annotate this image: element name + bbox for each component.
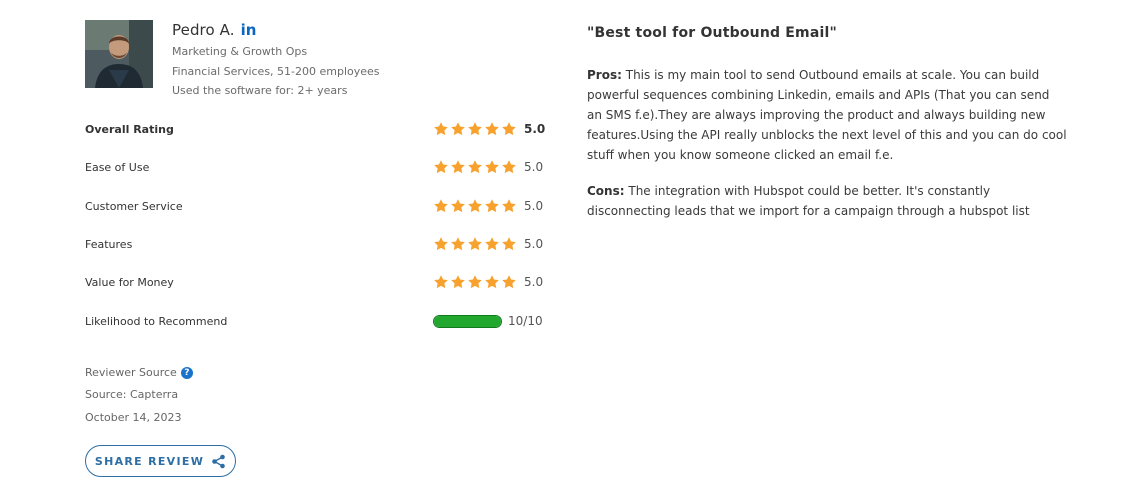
rating-score: 5.0 [524, 275, 544, 289]
rating-row-ease-of-use: Ease of Use 5.0 [85, 157, 545, 177]
rating-label: Ease of Use [85, 160, 150, 174]
star-icon [467, 274, 483, 290]
reviewer-usage: Used the software for: 2+ years [172, 84, 348, 97]
rating-row-recommend: Likelihood to Recommend 10/10 [85, 311, 545, 331]
star-icon [450, 121, 466, 137]
recommend-score: 10/10 [508, 314, 543, 328]
star-icon [450, 274, 466, 290]
star-icon [467, 198, 483, 214]
star-icon [501, 274, 517, 290]
star-icon [484, 274, 500, 290]
reviewer-name-row: Pedro A. in [172, 21, 256, 39]
star-icon [467, 159, 483, 175]
rating-label: Value for Money [85, 275, 174, 289]
review-cons: Cons: The integration with Hubspot could… [587, 181, 1067, 221]
star-icon [467, 121, 483, 137]
star-icon [433, 236, 449, 252]
star-icon [450, 159, 466, 175]
star-icon [501, 236, 517, 252]
share-icon [211, 454, 226, 469]
share-review-button[interactable]: SHARE REVIEW [85, 445, 236, 477]
rating-score: 5.0 [524, 199, 544, 213]
recommend-bar [433, 315, 502, 328]
rating-score: 5.0 [524, 122, 546, 136]
star-icon [433, 198, 449, 214]
star-icon [484, 198, 500, 214]
reviewer-role: Marketing & Growth Ops [172, 45, 308, 58]
review-title: "Best tool for Outbound Email" [587, 25, 837, 41]
rating-score: 5.0 [524, 237, 544, 251]
question-icon[interactable]: ? [180, 366, 193, 379]
rating-row-value-for-money: Value for Money 5.0 [85, 272, 545, 292]
cons-text: The integration with Hubspot could be be… [587, 184, 1030, 218]
source-line: Source: Capterra [85, 388, 179, 401]
review-date: October 14, 2023 [85, 411, 182, 424]
star-icon [450, 198, 466, 214]
star-rating [433, 236, 518, 252]
star-icon [501, 198, 517, 214]
star-icon [484, 121, 500, 137]
rating-label: Customer Service [85, 199, 183, 213]
star-icon [433, 159, 449, 175]
rating-score: 5.0 [524, 160, 544, 174]
star-rating [433, 198, 518, 214]
star-icon [433, 274, 449, 290]
review-pros: Pros: This is my main tool to send Outbo… [587, 65, 1067, 165]
star-rating [433, 159, 518, 175]
star-icon [450, 236, 466, 252]
rating-label: Overall Rating [85, 122, 174, 136]
rating-row-customer-service: Customer Service 5.0 [85, 196, 545, 216]
recommend-label: Likelihood to Recommend [85, 314, 228, 328]
rating-row-features: Features 5.0 [85, 234, 545, 254]
reviewer-company: Financial Services, 51-200 employees [172, 65, 380, 78]
pros-text: This is my main tool to send Outbound em… [587, 68, 1067, 162]
rating-row-overall: Overall Rating 5.0 [85, 119, 545, 139]
star-icon [467, 236, 483, 252]
star-rating [433, 274, 518, 290]
cons-label: Cons: [587, 184, 625, 198]
recommend-bar-fill [434, 316, 501, 327]
reviewer-name: Pedro A. [172, 21, 235, 39]
star-rating [433, 121, 518, 137]
star-icon [501, 159, 517, 175]
star-icon [484, 159, 500, 175]
pros-label: Pros: [587, 68, 622, 82]
reviewer-avatar [85, 20, 153, 88]
reviewer-source-heading: Reviewer Source ? [85, 366, 193, 379]
reviewer-source-label: Reviewer Source [85, 366, 177, 379]
rating-label: Features [85, 237, 133, 251]
linkedin-icon[interactable]: in [241, 22, 257, 38]
star-icon [501, 121, 517, 137]
star-icon [484, 236, 500, 252]
share-review-label: SHARE REVIEW [94, 454, 205, 468]
star-icon [433, 121, 449, 137]
